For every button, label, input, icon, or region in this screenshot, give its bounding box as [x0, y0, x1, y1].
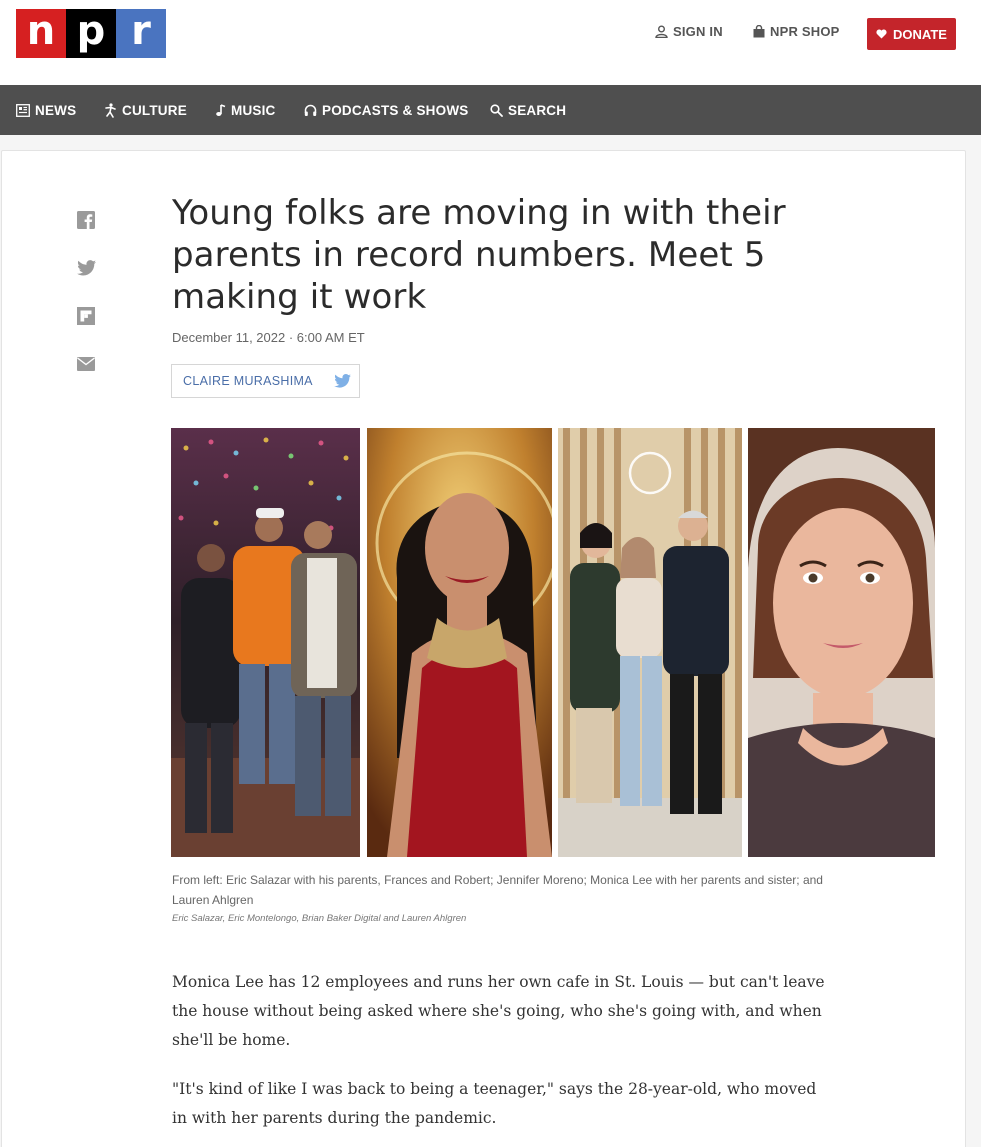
nav-item-podcasts-shows[interactable]: PODCASTS & SHOWS: [304, 85, 468, 135]
nav-label: SEARCH: [508, 102, 567, 118]
nav-label: MUSIC: [231, 102, 276, 118]
article-title: Young folks are moving in with their par…: [172, 193, 786, 317]
portrait-illustration: [748, 428, 935, 857]
headphones-icon: [304, 104, 317, 116]
nav-item-culture[interactable]: CULTURE: [104, 85, 187, 135]
email-icon: [77, 357, 95, 371]
logo-letter-p: p: [66, 9, 116, 58]
facebook-icon: [77, 211, 95, 229]
photo-caption: From left: Eric Salazar with his parents…: [172, 873, 823, 907]
email-share-button[interactable]: [76, 354, 96, 374]
article-paragraph: "It's kind of like I was back to being a…: [172, 1080, 817, 1127]
donate-label: DONATE: [893, 26, 947, 42]
logo-letter-n: n: [16, 9, 66, 58]
photo-monica-lee-family[interactable]: [558, 428, 742, 857]
main-nav: NEWS CULTURE MUSIC PODCASTS & SHOWS SEAR…: [0, 85, 981, 135]
npr-logo[interactable]: n p r: [16, 9, 166, 58]
news-icon: [16, 103, 30, 117]
twitter-icon[interactable]: [334, 374, 351, 388]
flipboard-share-button[interactable]: [76, 306, 96, 326]
nav-label: PODCASTS & SHOWS: [322, 102, 469, 118]
twitter-icon: [76, 260, 96, 276]
nav-label: CULTURE: [122, 102, 187, 118]
nav-item-search[interactable]: SEARCH: [490, 85, 566, 135]
shopping-bag-icon: [753, 25, 765, 38]
shop-label: NPR SHOP: [770, 24, 840, 39]
twitter-share-button[interactable]: [76, 258, 96, 278]
author-name: CLAIRE MURASHIMA: [183, 374, 313, 388]
family-photo-illustration: [558, 428, 742, 857]
sign-in-label: SIGN IN: [673, 24, 723, 39]
nav-label: NEWS: [35, 102, 77, 118]
article-dateline: December 11, 2022 · 6:00 AM ET: [172, 330, 365, 345]
npr-shop-link[interactable]: NPR SHOP: [753, 24, 840, 39]
user-icon: [655, 25, 668, 38]
nav-item-news[interactable]: NEWS: [16, 85, 76, 135]
family-photo-illustration: [171, 428, 360, 857]
flipboard-icon: [77, 307, 95, 325]
heart-icon: [876, 29, 887, 39]
culture-icon: [105, 102, 116, 118]
logo-letter-r: r: [116, 9, 166, 58]
photo-credit: Eric Salazar, Eric Montelongo, Brian Bak…: [172, 913, 467, 924]
donate-button[interactable]: DONATE: [867, 18, 956, 50]
portrait-illustration: [367, 428, 552, 857]
photo-eric-salazar-family[interactable]: [171, 428, 360, 857]
photo-jennifer-moreno[interactable]: [367, 428, 552, 857]
music-note-icon: [216, 103, 226, 116]
sign-in-link[interactable]: SIGN IN: [655, 24, 723, 39]
nav-item-music[interactable]: MUSIC: [215, 85, 276, 135]
facebook-share-button[interactable]: [76, 210, 96, 230]
search-icon: [490, 103, 503, 117]
site-header: n p r SIGN IN NPR SHOP DONATE: [0, 0, 981, 85]
article-paragraph: Monica Lee has 12 employees and runs her…: [172, 973, 825, 1049]
author-byline-button[interactable]: CLAIRE MURASHIMA: [171, 364, 360, 398]
photo-lauren-ahlgren[interactable]: [748, 428, 935, 857]
